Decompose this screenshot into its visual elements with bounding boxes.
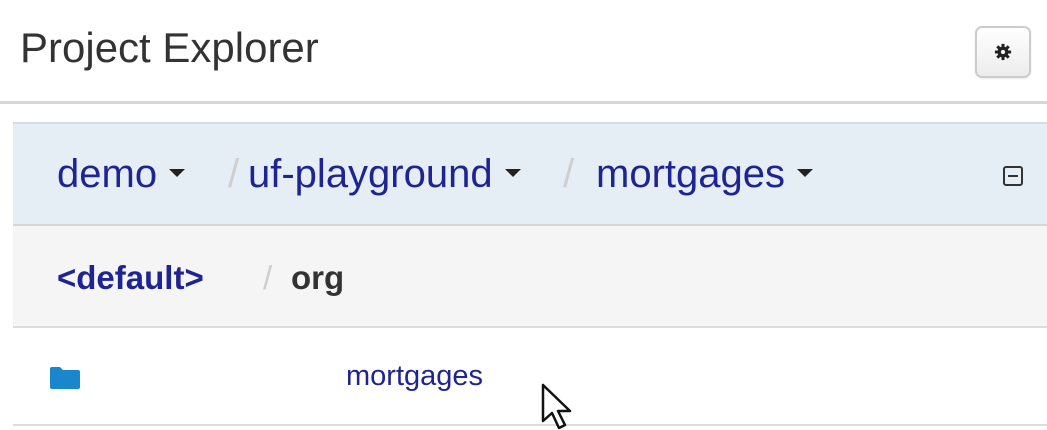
caret-down-icon bbox=[796, 169, 813, 178]
caret-down-icon bbox=[169, 169, 186, 178]
breadcrumb-repository-dropdown[interactable]: uf-playground bbox=[248, 150, 521, 198]
path-current-folder: org bbox=[291, 259, 345, 296]
path-root-link[interactable]: <default> bbox=[57, 258, 204, 298]
breadcrumb-label: uf-playground bbox=[248, 152, 493, 196]
repository-breadcrumb: demo / uf-playground / mortgages bbox=[13, 122, 1047, 226]
gear-icon bbox=[994, 43, 1012, 61]
caret-down-icon bbox=[504, 169, 521, 178]
collapse-icon[interactable] bbox=[1003, 166, 1023, 186]
breadcrumb-separator: / bbox=[228, 152, 240, 196]
breadcrumb-separator: / bbox=[563, 152, 575, 196]
panel-title: Project Explorer bbox=[20, 24, 319, 71]
breadcrumb-label: demo bbox=[57, 152, 158, 196]
project-explorer-panel: Project Explorer demo / uf-playground / … bbox=[0, 0, 1047, 430]
path-separator: / bbox=[263, 259, 273, 296]
folder-icon bbox=[48, 366, 82, 390]
breadcrumb-project-dropdown[interactable]: mortgages bbox=[596, 150, 813, 198]
settings-button[interactable] bbox=[975, 26, 1031, 78]
folder-label: mortgages bbox=[346, 360, 484, 392]
path-breadcrumb: <default> / org bbox=[13, 226, 1047, 328]
breadcrumb-label: mortgages bbox=[596, 152, 785, 196]
breadcrumb-organization-dropdown[interactable]: demo bbox=[57, 150, 186, 198]
list-item[interactable]: mortgages bbox=[13, 328, 1047, 426]
panel-header: Project Explorer bbox=[0, 0, 1047, 104]
